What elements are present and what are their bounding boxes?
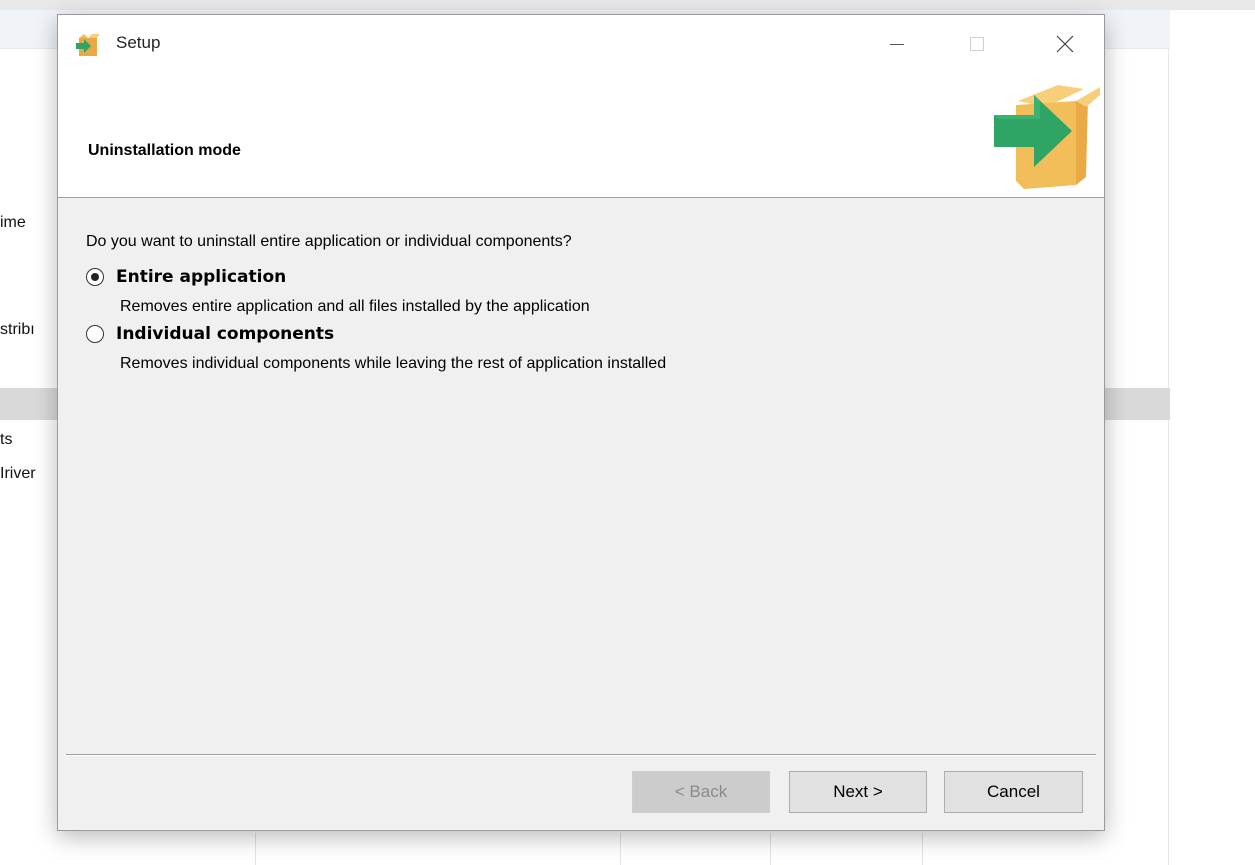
background-column-divider xyxy=(770,833,771,865)
option-description: Removes individual components while leav… xyxy=(120,355,667,372)
radio-selected-dot xyxy=(91,273,99,281)
background-column-divider xyxy=(255,833,256,865)
option-description: Removes entire application and all files… xyxy=(120,298,590,315)
cancel-button[interactable]: Cancel xyxy=(944,771,1083,813)
next-button[interactable]: Next > xyxy=(789,771,927,813)
setup-dialog: Setup Uninstallation mode Do you want to… xyxy=(57,14,1105,831)
minimize-button[interactable] xyxy=(874,15,920,73)
close-button[interactable] xyxy=(1042,15,1088,73)
background-text-fragment: ts xyxy=(0,431,13,448)
maximize-icon xyxy=(970,37,984,51)
radio-button-checked[interactable] xyxy=(86,268,104,286)
back-button[interactable]: < Back xyxy=(632,771,770,813)
background-text-fragment: ime xyxy=(0,214,26,231)
radio-label[interactable]: Entire application xyxy=(116,267,286,287)
radio-label[interactable]: Individual components xyxy=(116,324,334,344)
app-icon xyxy=(76,34,100,56)
maximize-button xyxy=(954,15,1000,73)
radio-button-unchecked[interactable] xyxy=(86,325,104,343)
background-column-divider xyxy=(620,833,621,865)
radio-option-entire-application[interactable]: Entire application xyxy=(86,267,286,287)
box-arrow-icon xyxy=(994,85,1100,189)
background-column-divider xyxy=(922,833,923,865)
radio-option-individual-components[interactable]: Individual components xyxy=(86,324,334,344)
background-divider xyxy=(1168,48,1169,865)
background-text-fragment: stribı xyxy=(0,321,35,338)
background-text-fragment: Iriver xyxy=(0,465,36,482)
title-bar[interactable]: Setup xyxy=(58,15,1104,73)
window-title: Setup xyxy=(116,33,161,52)
question-text: Do you want to uninstall entire applicat… xyxy=(86,233,572,250)
wizard-header: Uninstallation mode xyxy=(58,73,1104,198)
close-icon xyxy=(1056,35,1074,53)
page-title: Uninstallation mode xyxy=(88,142,241,159)
background-top-bar xyxy=(0,0,1255,10)
footer-divider-highlight xyxy=(66,755,1096,756)
minimize-icon xyxy=(890,44,904,45)
